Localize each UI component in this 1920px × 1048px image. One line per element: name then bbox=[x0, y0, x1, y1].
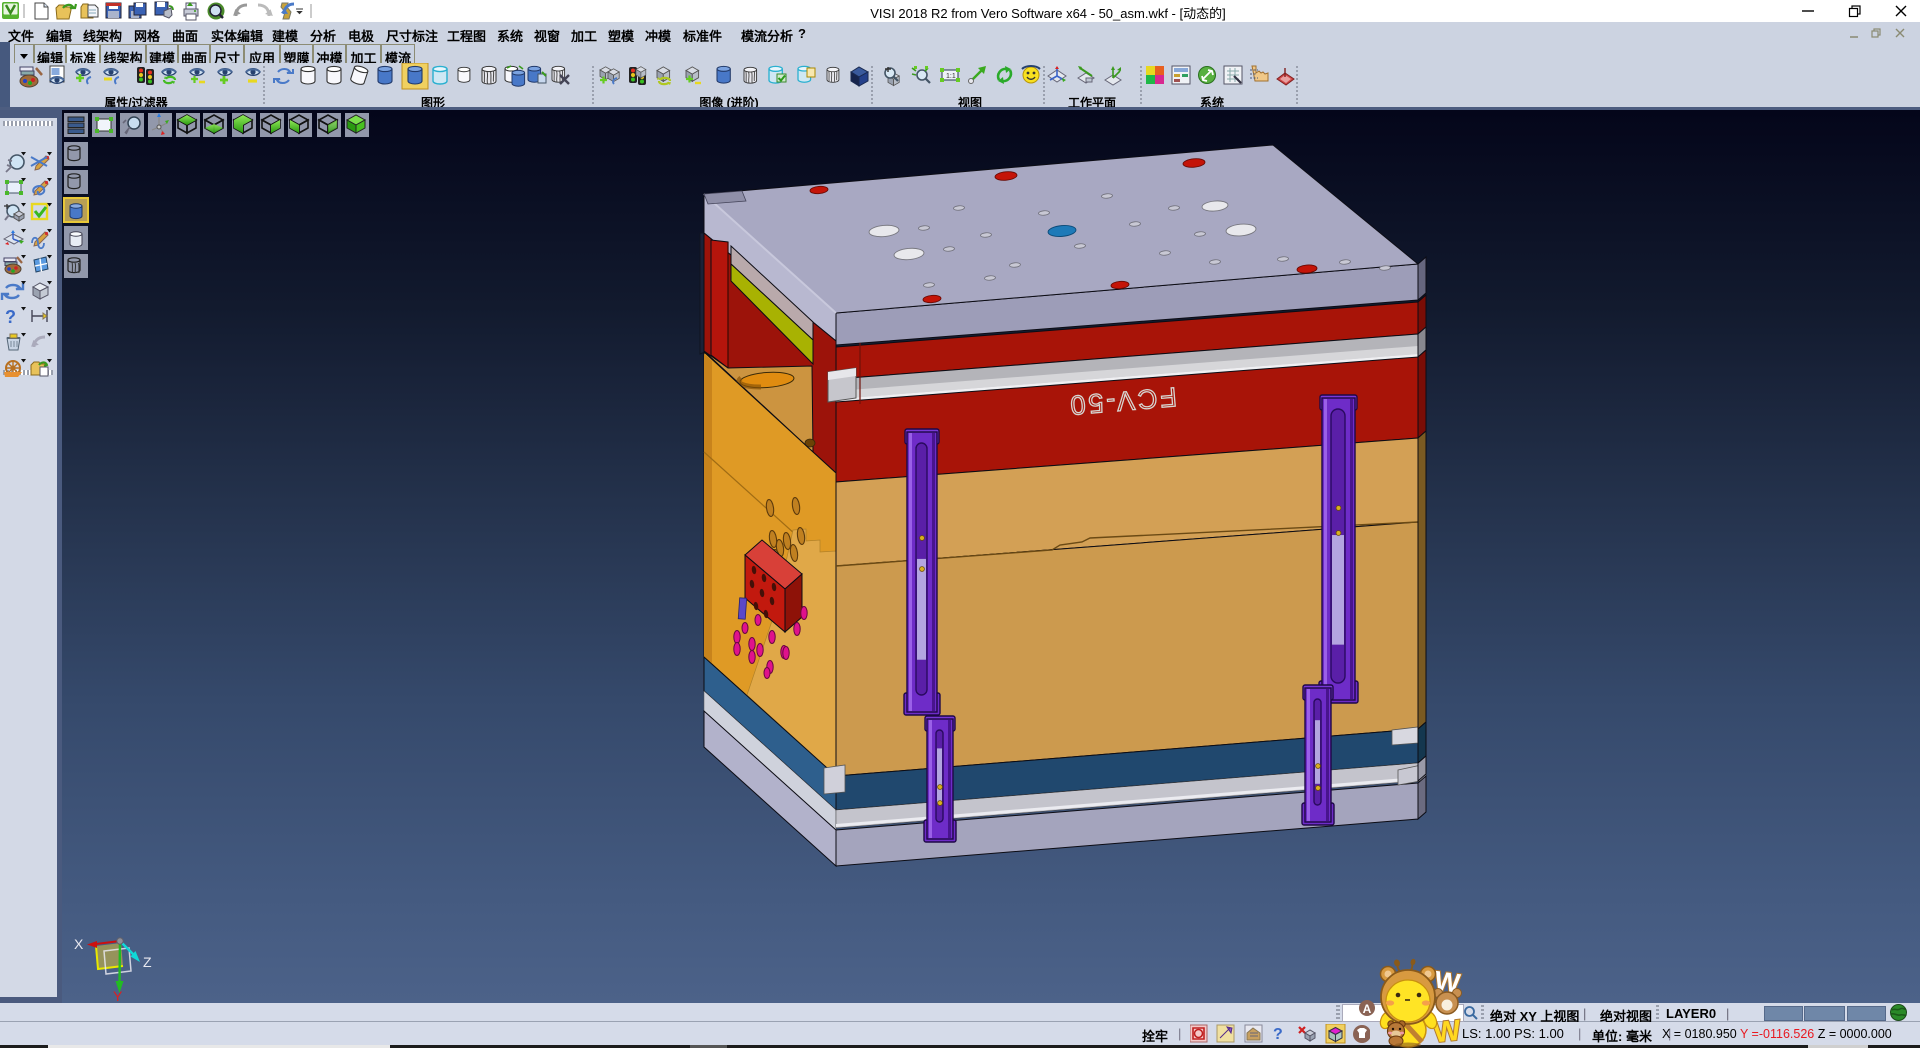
svg-text:?: ? bbox=[5, 307, 16, 327]
svg-text:?: ? bbox=[1273, 1026, 1283, 1043]
svg-text:1:1: 1:1 bbox=[946, 73, 956, 80]
